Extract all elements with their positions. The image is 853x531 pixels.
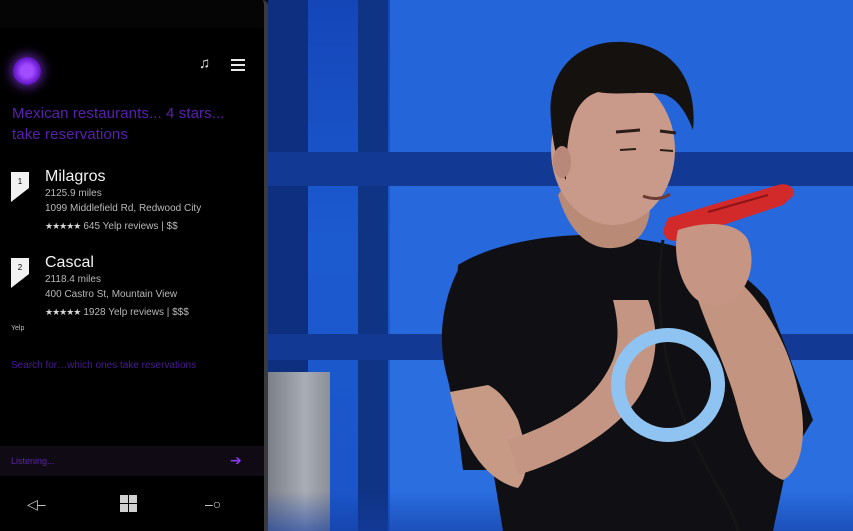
hamburger-menu-icon[interactable] [231,59,245,71]
stage-background [268,0,853,531]
rank-badge-icon: 1 [11,172,29,202]
result-distance: 2118.4 miles [45,274,101,285]
search-icon[interactable]: –○ [205,496,221,512]
windows-start-icon[interactable] [120,495,137,512]
result-reviews-line: ★★★★★ 1928 Yelp reviews | $$$ [45,306,189,319]
rank-number: 2 [18,263,23,272]
presenter [441,41,813,531]
result-address: 400 Castro St, Mountain View [45,289,178,300]
result-name[interactable]: Milagros [45,168,105,186]
navigation-bar: ◁– –○ [0,482,264,531]
arrow-right-icon[interactable]: ➔ [230,452,242,469]
result-name[interactable]: Cascal [45,254,94,272]
result-reviews: 645 Yelp reviews | $$ [83,221,178,232]
rank-badge-icon: 2 [11,258,29,288]
result-reviews-line: ★★★★★ 645 Yelp reviews | $$ [45,220,178,233]
yelp-logo: Yelp [11,325,25,332]
cortana-ring-icon[interactable] [13,57,41,85]
result-reviews: 1928 Yelp reviews | $$$ [83,307,189,318]
followup-suggestion[interactable]: Search for…which ones take reservations [11,360,196,371]
music-note-icon[interactable]: ♫ [199,56,210,72]
status-bar [0,0,264,28]
listening-status: Listening... [11,456,55,466]
star-rating: ★★★★★ [45,307,81,317]
result-distance: 2125.9 miles [45,188,102,199]
phone-screen: ♫ Mexican restaurants... 4 stars... take… [0,0,268,531]
back-icon[interactable]: ◁– [27,496,46,513]
star-rating: ★★★★★ [45,221,81,231]
result-address: 1099 Middlefield Rd, Redwood City [45,203,202,214]
listening-bar[interactable]: Listening... ➔ [0,446,264,476]
rank-number: 1 [18,177,23,186]
query-text: Mexican restaurants... 4 stars... take r… [12,105,225,143]
